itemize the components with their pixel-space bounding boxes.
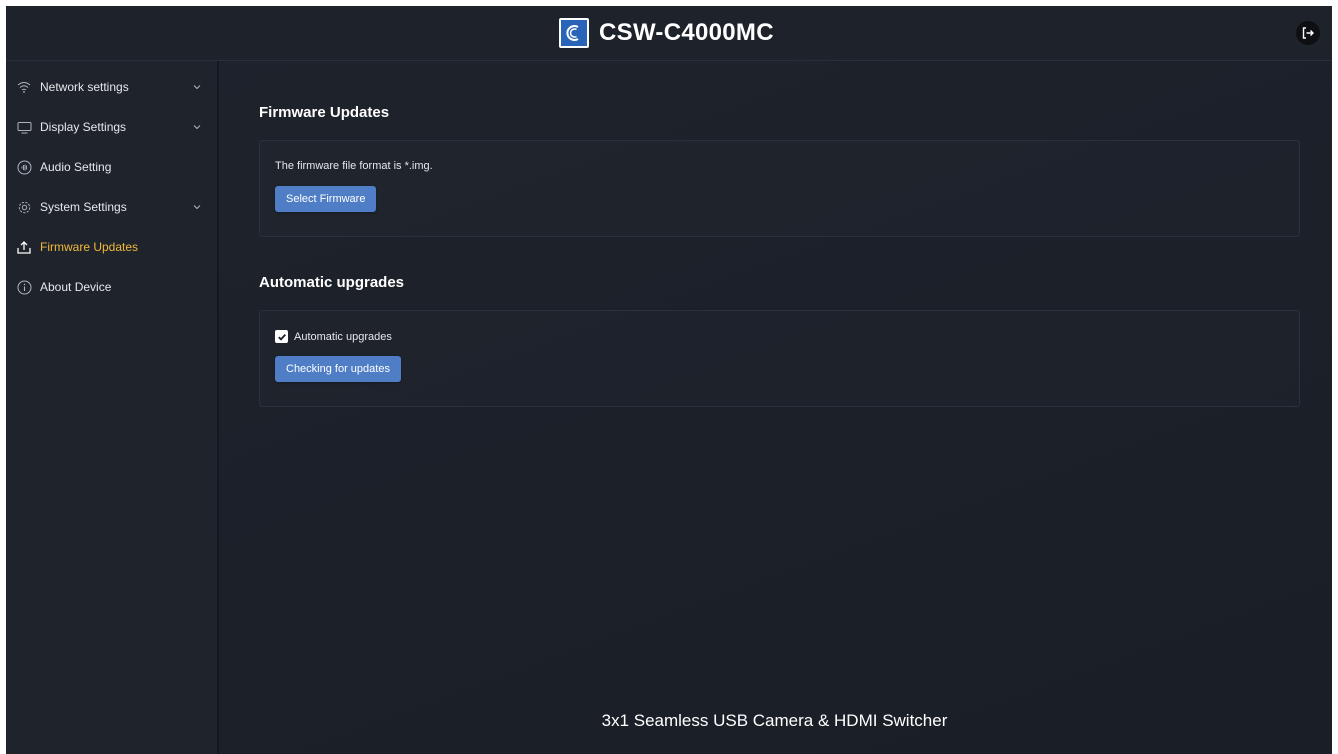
logout-icon xyxy=(1302,27,1314,39)
sidebar-item-label: Audio Setting xyxy=(40,160,112,174)
monitor-icon xyxy=(16,119,32,135)
sidebar-item-network-settings[interactable]: Network settings xyxy=(6,67,217,107)
top-header: CSW-C4000MC xyxy=(6,6,1332,61)
sidebar-item-about-device[interactable]: About Device xyxy=(6,267,217,307)
check-updates-button[interactable]: Checking for updates xyxy=(275,356,401,382)
sidebar-item-label: Firmware Updates xyxy=(40,240,139,254)
logout-button[interactable] xyxy=(1296,21,1320,45)
brand: CSW-C4000MC xyxy=(559,14,774,52)
footer-product-name: 3x1 Seamless USB Camera & HDMI Switcher xyxy=(601,711,948,730)
chevron-down-icon xyxy=(192,82,202,92)
auto-upgrade-panel: Automatic upgrades Checking for updates xyxy=(259,310,1300,407)
app-window: CSW-C4000MC Network settings Display Set… xyxy=(6,6,1332,754)
gear-icon xyxy=(16,199,32,215)
automatic-upgrades-checkbox[interactable] xyxy=(275,330,288,343)
checkmark-icon xyxy=(277,333,286,341)
automatic-upgrades-option: Automatic upgrades xyxy=(275,330,392,343)
chevron-down-icon xyxy=(192,202,202,212)
audio-icon xyxy=(16,159,32,175)
app-title: CSW-C4000MC xyxy=(599,19,774,46)
sidebar-item-label: System Settings xyxy=(40,200,127,214)
firmware-format-text: The firmware file format is *.img. xyxy=(275,160,433,172)
sidebar-item-label: Network settings xyxy=(40,80,129,94)
sidebar-item-system-settings[interactable]: System Settings xyxy=(6,187,217,227)
sidebar-item-firmware-updates[interactable]: Firmware Updates xyxy=(6,227,217,267)
select-firmware-button[interactable]: Select Firmware xyxy=(275,186,377,212)
info-icon xyxy=(16,279,32,295)
automatic-upgrades-title: Automatic upgrades xyxy=(259,274,405,291)
chevron-down-icon xyxy=(192,122,202,132)
sidebar-item-label: About Device xyxy=(40,280,112,294)
upload-icon xyxy=(16,239,32,255)
firmware-updates-title: Firmware Updates xyxy=(259,104,390,121)
sidebar: Network settings Display Settings Audio … xyxy=(6,61,219,754)
firmware-panel: The firmware file format is *.img. Selec… xyxy=(259,140,1300,237)
automatic-upgrades-label: Automatic upgrades xyxy=(294,330,392,343)
wifi-icon xyxy=(16,79,32,95)
c-logo-icon xyxy=(559,18,589,48)
sidebar-item-display-settings[interactable]: Display Settings xyxy=(6,107,217,147)
sidebar-item-label: Display Settings xyxy=(40,120,127,134)
sidebar-item-audio-setting[interactable]: Audio Setting xyxy=(6,147,217,187)
